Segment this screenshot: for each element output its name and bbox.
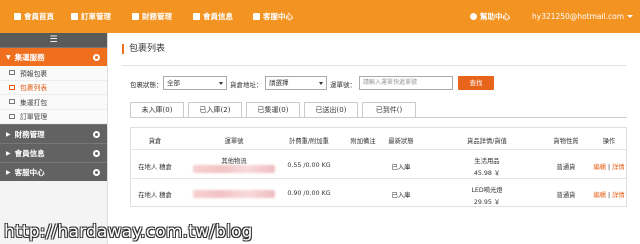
- separator: |: [607, 164, 611, 171]
- sidebar-empty-area: [0, 181, 107, 220]
- cell-nature: 普通貨: [556, 192, 576, 199]
- chevron-right-icon: ▶: [6, 168, 11, 176]
- tab-consolidated[interactable]: 已集運(0): [246, 102, 300, 118]
- column-header-nature: 貨物性質: [553, 138, 579, 145]
- gear-icon: [93, 149, 100, 157]
- status-filter-select[interactable]: 全部: [163, 76, 227, 90]
- cell-goods-value: 29.95 ￥: [473, 199, 501, 206]
- redacted-tracking-number: [193, 165, 275, 173]
- detail-link[interactable]: 詳情: [612, 164, 625, 171]
- cell-nature: 普通貨: [556, 164, 576, 171]
- sidebar-item-consolidate-pack[interactable]: 集運打包: [0, 95, 107, 110]
- nav-orders[interactable]: 訂單管理: [71, 0, 111, 33]
- search-button[interactable]: 查找: [458, 76, 494, 90]
- chevron-right-icon: ▶: [6, 130, 11, 138]
- tab-arrived[interactable]: 已到件(): [362, 102, 416, 118]
- header-divider: [131, 149, 626, 150]
- cell-goods-value: 45.98 ￥: [473, 170, 501, 177]
- chevron-down-icon: [219, 82, 223, 85]
- sidebar-section-member-info[interactable]: ▶ 會員信息: [0, 143, 107, 162]
- column-header-weight: 計費重/附加重: [289, 138, 329, 145]
- cell-tracking: 其他物流: [221, 158, 247, 165]
- cell-status: 已入庫: [391, 192, 411, 199]
- row-divider: [131, 178, 626, 179]
- chevron-down-icon: [627, 15, 634, 18]
- tracking-number-label: 運單號：: [330, 81, 356, 89]
- cell-actions: 編輯 | 詳情: [593, 162, 624, 171]
- cell-weight: 0.90 /0.00 KG: [287, 190, 331, 197]
- column-header-actions: 操作: [602, 138, 616, 145]
- user-icon: [193, 13, 200, 20]
- column-header-status: 最新狀態: [388, 138, 414, 145]
- account-menu[interactable]: hy321250@hotmail.com: [532, 0, 634, 33]
- sidebar-section-shipping[interactable]: ▼ 集運服務: [0, 47, 107, 66]
- sidebar-item-parcel-list[interactable]: 包裹列表: [0, 80, 107, 95]
- support-icon: [253, 13, 260, 20]
- box-icon: [9, 99, 15, 105]
- sidebar: ☰ ▼ 集運服務 預報包裹 包裹列表 集運打包 訂單管理 ▶ 財務管理 ▶ 會員信息 …: [0, 33, 108, 244]
- cell-warehouse: 在地人 穗倉: [138, 164, 172, 171]
- cell-status: 已入庫: [391, 164, 411, 171]
- column-header-note: 附加備注: [350, 138, 376, 145]
- menu-toggle-icon[interactable]: ☰: [0, 33, 107, 47]
- cell-goods: 生活用品: [474, 158, 500, 165]
- nav-home[interactable]: 會員首頁: [14, 0, 54, 33]
- sidebar-section-finance[interactable]: ▶ 財務管理: [0, 124, 107, 143]
- warehouse-filter-label: 貨倉地址：: [230, 81, 263, 89]
- main-content: 包裹列表 包裹狀態： 全部 貨倉地址： 請選擇 運單號： 請輸入運單快遞單號 查…: [109, 33, 640, 244]
- cell-goods: LED嗬光燈: [471, 187, 503, 194]
- nav-finance[interactable]: 財務管理: [132, 0, 172, 33]
- money-icon: [132, 13, 139, 20]
- help-icon: [470, 13, 477, 20]
- tab-not-received[interactable]: 未入庫(0): [130, 102, 184, 118]
- sidebar-section-support[interactable]: ▶ 客服中心: [0, 162, 107, 181]
- list-icon: [9, 70, 15, 76]
- edit-link[interactable]: 編輯: [593, 164, 606, 171]
- nav-support[interactable]: 客服中心: [253, 0, 293, 33]
- chevron-right-icon: ▶: [6, 149, 11, 157]
- warehouse-filter-select[interactable]: 請選擇: [265, 76, 327, 90]
- chevron-down-icon: ▼: [6, 53, 11, 61]
- column-header-warehouse: 貨倉: [148, 138, 162, 145]
- tabs-divider: [130, 117, 627, 118]
- column-header-goods: 貨品詳情/貨值: [467, 138, 507, 145]
- tab-sent[interactable]: 已送出(0): [304, 102, 358, 118]
- cell-weight: 0.55 /0.00 KG: [287, 162, 331, 169]
- gear-icon: [93, 168, 100, 176]
- watermark-url: http://hardaway.com.tw/blog: [4, 222, 253, 242]
- parcel-table: 貨倉 運單號 計費重/附加重 附加備注 最新狀態 貨品詳情/貨值 貨物性質 操作…: [130, 127, 627, 207]
- status-filter-label: 包裹狀態：: [130, 81, 163, 89]
- tracking-number-input[interactable]: 請輸入運單快遞單號: [359, 76, 453, 90]
- sidebar-item-forecast-parcel[interactable]: 預報包裹: [0, 66, 107, 81]
- detail-link[interactable]: 詳情: [612, 192, 625, 199]
- chevron-down-icon: [319, 82, 323, 85]
- gear-icon: [93, 130, 100, 138]
- cell-actions: 編輯 | 詳情: [593, 190, 624, 199]
- home-icon: [14, 13, 21, 20]
- divider: [122, 65, 627, 66]
- cart-icon: [71, 13, 78, 20]
- list-icon: [9, 84, 15, 90]
- cell-warehouse: 在地人 穗倉: [138, 192, 172, 199]
- sidebar-item-order-management[interactable]: 訂單管理: [0, 109, 107, 124]
- gear-icon: [93, 53, 100, 61]
- cart-icon: [9, 113, 15, 119]
- nav-help-center[interactable]: 幫助中心: [470, 0, 510, 33]
- nav-member-info[interactable]: 會員信息: [193, 0, 233, 33]
- redacted-tracking-number: [193, 190, 275, 198]
- tab-received[interactable]: 已入庫(2): [188, 102, 242, 118]
- edit-link[interactable]: 編輯: [593, 192, 606, 199]
- column-header-tracking: 運單號: [224, 138, 244, 145]
- separator: |: [607, 192, 611, 199]
- page-title: 包裹列表: [122, 44, 165, 54]
